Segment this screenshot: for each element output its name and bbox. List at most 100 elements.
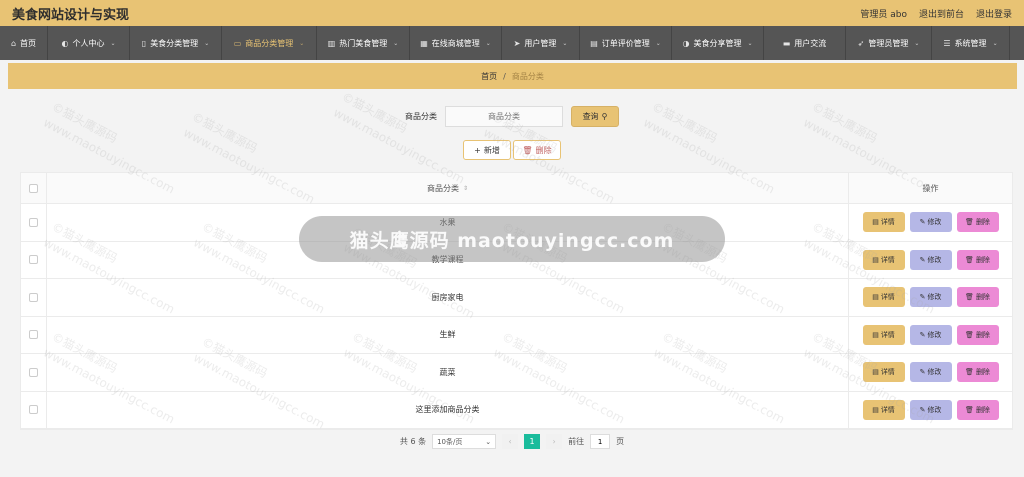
category-cell: 厨房家电 <box>47 279 849 316</box>
trash-icon: 🗑 <box>965 255 974 264</box>
main-nav: ⌂ 首页 ◐ 个人中心 ⌄ ▯ 美食分类管理 ⌄ ▭ 商品分类管理 ⌄ ▥ 热门美食管理 ⌄ ▦ 在线商城管理… <box>0 26 1024 60</box>
breadcrumb: 首页 / 商品分类 <box>8 63 1017 89</box>
category-search-input[interactable] <box>445 106 563 127</box>
edit-button[interactable]: ✎ 修改 <box>909 287 952 308</box>
nav-item-9[interactable]: ▬ 用户交流 <box>764 26 846 60</box>
mobile-icon: ▯ <box>141 38 147 48</box>
goto-page-input[interactable] <box>590 434 611 449</box>
person-icon: ◑ <box>682 38 690 48</box>
nav-item-1[interactable]: ◐ 个人中心 ⌄ <box>48 26 130 60</box>
row-ops: ▤ 详情 ✎ 修改 🗑 删除 <box>849 324 1012 345</box>
nav-item-3[interactable]: ▭ 商品分类管理 ⌄ <box>222 26 317 60</box>
category-name: 蔬菜 <box>439 367 456 377</box>
delete-button[interactable]: 🗑 删除 <box>956 212 999 233</box>
detail-button[interactable]: ▤ 详情 <box>862 362 905 383</box>
exit-to-front-link[interactable]: 退出到前台 <box>919 7 964 20</box>
delete-label: 删除 <box>975 330 990 339</box>
table-row: 这里添加商品分类 ▤ 详情 ✎ 修改 🗑 删除 <box>21 391 1012 429</box>
detail-button[interactable]: ▤ 详情 <box>862 249 905 270</box>
table-body: 水果 ▤ 详情 ✎ 修改 🗑 删除 教学课程 ▤ 详情 ✎ 修改 🗑 删除 厨房家电 ▤ 详情 ✎ 修改 🗑 删除 生鲜 ▤… <box>21 204 1012 429</box>
goto-label: 前往 <box>568 437 585 446</box>
nav-item-label: 用户交流 <box>794 38 827 48</box>
edit-label: 修改 <box>927 368 942 377</box>
chevron-down-icon: ⌄ <box>562 39 568 47</box>
detail-button[interactable]: ▤ 详情 <box>862 287 905 308</box>
detail-button[interactable]: ▤ 详情 <box>862 212 905 233</box>
row-checkbox[interactable] <box>29 292 38 302</box>
page-number-1[interactable]: 1 <box>524 434 541 449</box>
nav-item-4[interactable]: ▥ 热门美食管理 ⌄ <box>317 26 410 60</box>
chevron-down-icon: ⌄ <box>655 39 661 47</box>
detail-label: 详情 <box>880 330 895 339</box>
row-checkbox[interactable] <box>29 217 38 227</box>
nav-item-7[interactable]: ▤ 订单评价管理 ⌄ <box>580 26 672 60</box>
row-check-cell <box>21 241 47 278</box>
chevron-down-icon: ⌄ <box>110 39 116 47</box>
home-icon: ⌂ <box>10 38 17 48</box>
delete-label: 删除 <box>975 368 990 377</box>
detail-label: 详情 <box>880 405 895 414</box>
edit-button[interactable]: ✎ 修改 <box>909 324 952 345</box>
edit-label: 修改 <box>927 330 942 339</box>
delete-label: 删除 <box>975 255 990 264</box>
chart-icon: ▥ <box>327 38 336 48</box>
user-icon: ◐ <box>61 38 69 48</box>
row-ops: ▤ 详情 ✎ 修改 🗑 删除 <box>849 399 1012 420</box>
page-size-select[interactable]: 10条/页 ⌄ <box>432 434 497 449</box>
nav-item-5[interactable]: ▦ 在线商城管理 ⌄ <box>410 26 502 60</box>
next-page-button[interactable]: › <box>546 434 563 449</box>
sort-icon[interactable]: ⇕ <box>463 185 468 192</box>
query-button[interactable]: 查询 ⚲ <box>571 106 619 127</box>
card-icon: ▤ <box>590 38 598 48</box>
breadcrumb-current: 商品分类 <box>511 71 544 81</box>
detail-button[interactable]: ▤ 详情 <box>862 399 905 420</box>
edit-button[interactable]: ✎ 修改 <box>909 249 952 270</box>
nav-item-0[interactable]: ⌂ 首页 <box>0 26 48 60</box>
prev-page-button[interactable]: ‹ <box>502 434 519 449</box>
row-ops: ▤ 详情 ✎ 修改 🗑 删除 <box>849 362 1012 383</box>
select-all-checkbox[interactable] <box>29 183 38 193</box>
pencil-icon: ✎ <box>919 330 926 339</box>
nav-item-11[interactable]: ☰ 系统管理 ⌄ <box>932 26 1010 60</box>
comment-icon: ▬ <box>782 38 791 48</box>
nav-item-label: 个人中心 <box>72 38 105 48</box>
nav-item-10[interactable]: ➶ 管理员管理 ⌄ <box>846 26 932 60</box>
pagination: 共 6 条 10条/页 ⌄ ‹ 1 › 前往 页 <box>0 434 1024 449</box>
detail-button[interactable]: ▤ 详情 <box>862 324 905 345</box>
breadcrumb-home[interactable]: 首页 <box>481 71 497 82</box>
category-cell: 生鲜 <box>47 316 849 353</box>
category-cell: 教学课程 <box>47 241 849 278</box>
row-check-cell <box>21 354 47 391</box>
search-icon: ⚲ <box>601 112 608 121</box>
edit-button[interactable]: ✎ 修改 <box>909 212 952 233</box>
delete-button[interactable]: 🗑 删除 <box>956 324 999 345</box>
delete-button[interactable]: 🗑 删除 <box>956 287 999 308</box>
logout-link[interactable]: 退出登录 <box>976 7 1012 20</box>
batch-delete-button[interactable]: 🗑 删除 <box>513 140 561 160</box>
pencil-icon: ✎ <box>919 293 926 302</box>
edit-label: 修改 <box>927 293 942 302</box>
row-checkbox[interactable] <box>29 405 38 415</box>
nav-item-8[interactable]: ◑ 美食分享管理 ⌄ <box>672 26 764 60</box>
edit-button[interactable]: ✎ 修改 <box>909 399 952 420</box>
add-button[interactable]: + 新增 <box>463 140 511 160</box>
nav-item-6[interactable]: ➤ 用户管理 ⌄ <box>502 26 580 60</box>
row-check-cell <box>21 204 47 241</box>
edit-label: 修改 <box>927 218 942 227</box>
nav-item-label: 系统管理 <box>954 38 987 48</box>
search-label: 商品分类 <box>405 112 437 121</box>
nav-item-label: 热门美食管理 <box>339 38 388 48</box>
edit-button[interactable]: ✎ 修改 <box>909 362 952 383</box>
file-icon: ▤ <box>872 330 879 339</box>
category-table: 商品分类 ⇕ 操作 水果 ▤ 详情 ✎ 修改 🗑 删除 教学课程 ▤ 详情 ✎ 修改 🗑 删除 厨房家电 ▤ 详… <box>20 172 1013 430</box>
chevron-down-icon: ⌄ <box>485 437 492 446</box>
delete-button[interactable]: 🗑 删除 <box>956 399 999 420</box>
file-icon: ▤ <box>872 218 879 227</box>
delete-button[interactable]: 🗑 删除 <box>956 249 999 270</box>
delete-button[interactable]: 🗑 删除 <box>956 362 999 383</box>
row-checkbox[interactable] <box>29 330 38 340</box>
row-checkbox[interactable] <box>29 367 38 377</box>
row-checkbox[interactable] <box>29 255 38 265</box>
nav-item-2[interactable]: ▯ 美食分类管理 ⌄ <box>130 26 222 60</box>
header-category[interactable]: 商品分类 ⇕ <box>47 173 849 203</box>
